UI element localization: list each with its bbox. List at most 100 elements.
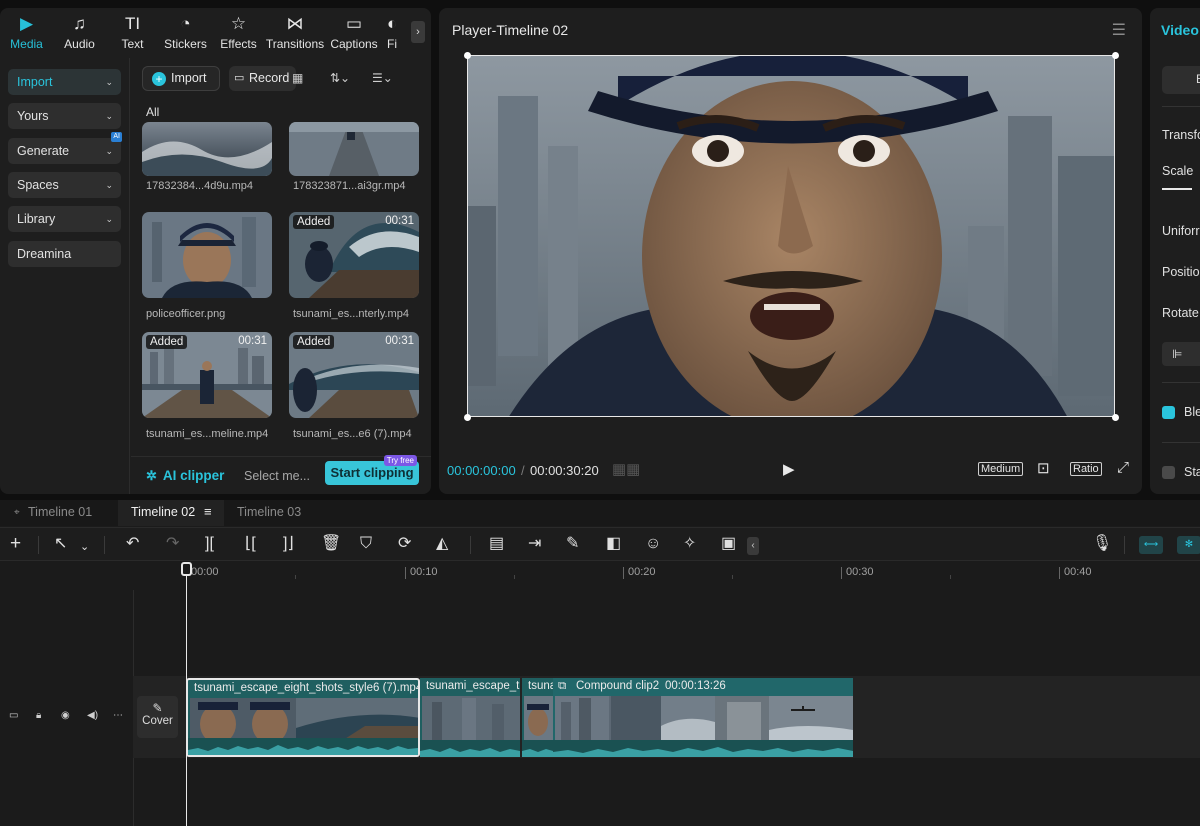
- media-thumb[interactable]: Added 00:31: [142, 332, 272, 418]
- inspector-subtab[interactable]: B: [1162, 66, 1200, 94]
- ai-clipper-label: AI clipper: [162, 468, 225, 483]
- remove-background-icon[interactable]: ▤: [489, 535, 504, 553]
- snap-icon[interactable]: ✻: [1177, 536, 1200, 554]
- ai-clipper-button[interactable]: ✲ AI clipper: [146, 468, 224, 484]
- sidebar-item-label: Library: [17, 212, 56, 226]
- media-thumb[interactable]: Added 00:31: [289, 212, 419, 298]
- resize-handle[interactable]: [1112, 52, 1119, 59]
- sort-icon[interactable]: ⇅⌄: [330, 66, 350, 91]
- record-button[interactable]: ▭ Record: [229, 66, 296, 91]
- current-timecode: 00:00:00:00: [447, 463, 516, 478]
- playhead-handle[interactable]: [181, 562, 192, 576]
- tab-effects[interactable]: ☆ Effects: [212, 8, 265, 58]
- extend-icon[interactable]: ⇥: [528, 535, 541, 553]
- video-preview[interactable]: [467, 55, 1115, 417]
- track-header: ▭ 🔒︎ ◉ ◀) ⋯: [0, 676, 133, 758]
- try-free-badge: Try free: [383, 455, 417, 466]
- compound-clip-icon: ⧉: [558, 680, 567, 692]
- grid-view-icon[interactable]: ▦: [292, 66, 303, 91]
- sidebar-item-dreamina[interactable]: Dreamina: [8, 241, 121, 267]
- media-thumb[interactable]: [142, 212, 272, 298]
- volume-icon[interactable]: ◀): [87, 710, 98, 721]
- scale-tab[interactable]: Scale: [1162, 164, 1193, 178]
- sidebar-item-generate[interactable]: Generate ⌄ AI: [8, 132, 122, 164]
- playhead-line[interactable]: [186, 572, 187, 826]
- media-thumb[interactable]: Added 00:31: [289, 332, 419, 418]
- chevron-down-icon[interactable]: ⌄: [80, 538, 89, 556]
- menu-icon[interactable]: ☰: [1112, 20, 1126, 40]
- tab-captions[interactable]: ▭ Captions: [325, 8, 383, 58]
- tab-stickers[interactable]: ◔ Stickers: [159, 8, 212, 58]
- inspector-panel: Video B Transfo Scale Uniforr Positio Ro…: [1150, 8, 1200, 494]
- timeline-clip[interactable]: tsuna: [522, 678, 553, 757]
- crop-icon[interactable]: ⟳: [398, 535, 411, 553]
- tab-menu-icon[interactable]: ≡: [204, 504, 212, 519]
- magic-edit-icon[interactable]: ✎: [566, 535, 579, 553]
- sidebar-item-import[interactable]: Import ⌄: [8, 69, 121, 95]
- delete-icon[interactable]: 🗑: [321, 535, 341, 553]
- more-options-icon[interactable]: ⋯: [113, 710, 123, 721]
- timeline-ruler[interactable]: 00:00 00:10 00:20 00:30 00:40: [133, 562, 1200, 590]
- inspector-tab-video[interactable]: Video: [1161, 22, 1199, 38]
- chevron-down-icon: ⌄: [105, 214, 113, 224]
- play-icon[interactable]: ▶: [783, 460, 795, 478]
- select-cursor-icon[interactable]: ↖: [54, 535, 67, 553]
- captions-tool-icon[interactable]: ▣: [721, 535, 736, 553]
- stabilize-label: Sta: [1184, 465, 1200, 479]
- link-clips-icon[interactable]: ⟷: [1139, 536, 1163, 554]
- trim-left-icon[interactable]: ⌊[: [245, 535, 256, 553]
- tab-timeline-02[interactable]: Timeline 02: [131, 505, 195, 519]
- timeline-clip[interactable]: tsunami_escape_eight_shots_style6 (7).mp…: [186, 678, 420, 757]
- zoom-fit-icon[interactable]: ⊡: [1037, 459, 1050, 477]
- audio-split-icon[interactable]: ◧: [606, 535, 621, 553]
- scale-tab-underline: [1162, 188, 1192, 190]
- align-left-icon[interactable]: ⊫: [1162, 342, 1200, 366]
- visibility-eye-icon[interactable]: ◉: [61, 710, 70, 721]
- filter-icon[interactable]: ☰⌄: [372, 66, 393, 91]
- sidebar-item-yours[interactable]: Yours ⌄: [8, 103, 121, 129]
- divider: [1162, 442, 1200, 443]
- resize-handle[interactable]: [1112, 414, 1119, 421]
- speed-icon[interactable]: ◭: [436, 535, 448, 553]
- media-thumb[interactable]: [289, 122, 419, 176]
- resize-handle[interactable]: [464, 52, 471, 59]
- lock-icon[interactable]: 🔒︎: [36, 710, 41, 721]
- timeline-clip[interactable]: tsunami_escape_tim: [420, 678, 520, 757]
- media-thumb[interactable]: [142, 122, 272, 176]
- pin-icon[interactable]: ⌖: [14, 507, 20, 518]
- portrait-icon[interactable]: ☺: [645, 535, 661, 553]
- undo-icon[interactable]: ↶: [126, 535, 139, 553]
- select-media-dropdown[interactable]: Select me...: [244, 469, 310, 483]
- ratio-button[interactable]: Ratio: [1070, 462, 1102, 476]
- filters-icon: ◐: [387, 14, 398, 33]
- waveform-grid-icon[interactable]: ▦▦: [612, 460, 640, 478]
- stabilize-checkbox[interactable]: [1162, 466, 1175, 479]
- tab-filters[interactable]: ◐ Fi: [383, 8, 405, 58]
- redo-icon[interactable]: ↷: [166, 535, 179, 553]
- fullscreen-icon[interactable]: ⤢: [1117, 459, 1129, 476]
- tab-media[interactable]: ▶ Media: [0, 8, 53, 58]
- microphone-icon[interactable]: 🎙: [1092, 535, 1112, 553]
- tab-timeline-01[interactable]: Timeline 01: [28, 505, 92, 519]
- cover-button[interactable]: ✎ Cover: [137, 696, 178, 738]
- sidebar-item-label: Dreamina: [17, 247, 72, 261]
- enhance-icon[interactable]: ✧: [683, 535, 696, 553]
- tab-text[interactable]: TI Text: [106, 8, 159, 58]
- import-button[interactable]: + Import: [142, 66, 220, 91]
- start-clipping-button[interactable]: Start clipping Try free: [325, 455, 419, 485]
- tab-audio[interactable]: ♫ Audio: [53, 8, 106, 58]
- nav-scroll-right-icon[interactable]: ›: [411, 21, 425, 43]
- tab-transitions[interactable]: ⋈ Transitions: [265, 8, 325, 58]
- sidebar-item-library[interactable]: Library ⌄: [8, 206, 121, 232]
- resize-handle[interactable]: [464, 414, 471, 421]
- marker-icon[interactable]: ⛉: [360, 535, 372, 553]
- tab-timeline-03[interactable]: Timeline 03: [237, 505, 301, 519]
- blend-checkbox[interactable]: [1162, 406, 1175, 419]
- collapse-arrow-icon[interactable]: ‹: [747, 537, 759, 555]
- trim-right-icon[interactable]: ]⌋: [283, 535, 294, 553]
- split-icon[interactable]: ][: [205, 535, 214, 553]
- add-track-icon[interactable]: +: [10, 534, 21, 553]
- sidebar-item-spaces[interactable]: Spaces ⌄: [8, 172, 121, 198]
- quality-button[interactable]: Medium: [978, 462, 1024, 476]
- compound-clip[interactable]: ⧉ Compound clip2 00:00:13:26: [553, 678, 853, 757]
